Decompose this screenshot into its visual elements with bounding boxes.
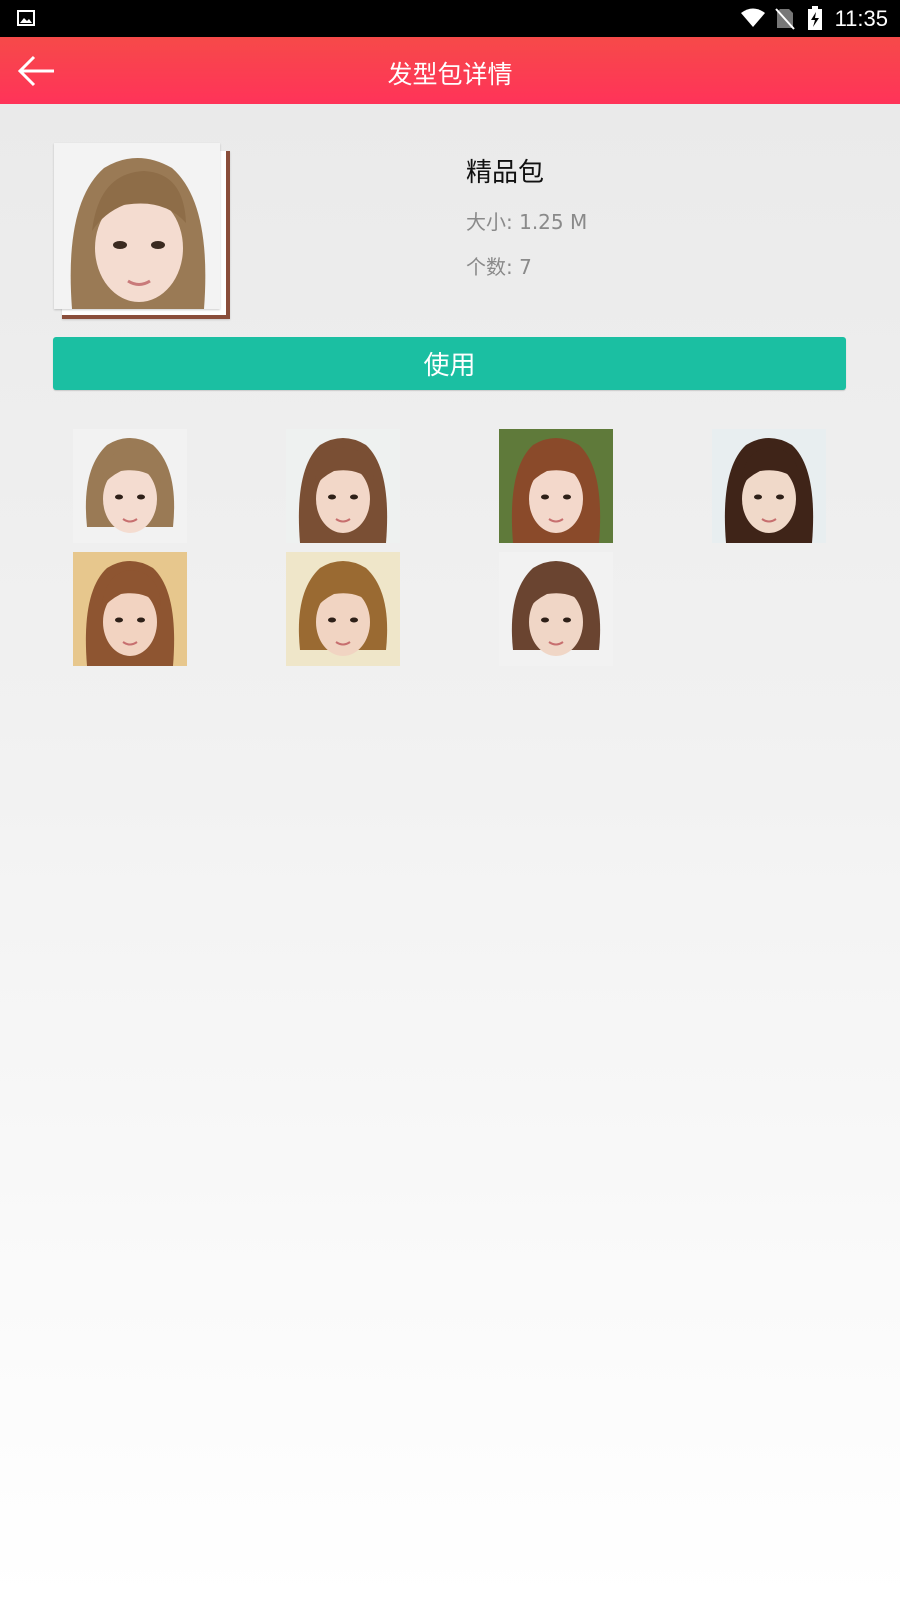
hairstyle-thumbnail[interactable] bbox=[286, 429, 400, 543]
cover-image bbox=[54, 143, 220, 309]
pack-cover bbox=[54, 143, 230, 319]
page-title: 发型包详情 bbox=[387, 60, 513, 89]
battery-charging-icon bbox=[808, 6, 822, 30]
pack-name: 精品包 bbox=[466, 158, 545, 188]
hairstyle-thumbnail[interactable] bbox=[73, 552, 187, 666]
app-bar: 发型包详情 bbox=[0, 37, 900, 104]
wifi-icon bbox=[741, 8, 765, 27]
use-button[interactable]: 使用 bbox=[53, 337, 846, 390]
pack-size: 大小: 1.25 M bbox=[466, 210, 588, 234]
no-sim-icon bbox=[775, 8, 795, 30]
hairstyle-thumbnail[interactable] bbox=[499, 429, 613, 543]
hairstyle-thumbnail[interactable] bbox=[712, 429, 826, 543]
pack-count: 个数: 7 bbox=[466, 255, 532, 279]
image-icon bbox=[17, 10, 35, 26]
status-time: 11:35 bbox=[834, 6, 888, 31]
status-bar: 11:35 bbox=[0, 0, 900, 37]
hairstyle-thumbnail[interactable] bbox=[499, 552, 613, 666]
hairstyle-thumbnail[interactable] bbox=[286, 552, 400, 666]
hairstyle-thumbnail[interactable] bbox=[73, 429, 187, 543]
